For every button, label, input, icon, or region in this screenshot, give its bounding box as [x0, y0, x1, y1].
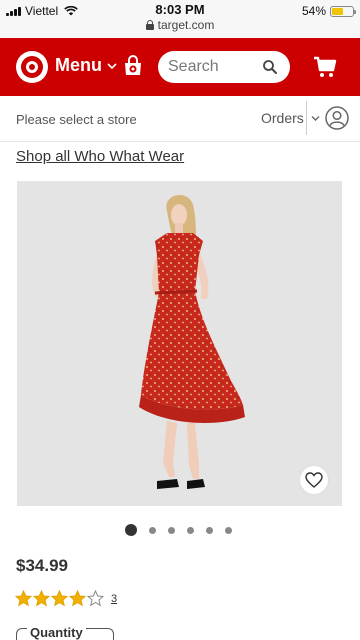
- search-icon[interactable]: [262, 59, 278, 75]
- select-store-link[interactable]: Please select a store: [16, 112, 137, 127]
- address-bar[interactable]: target.com: [0, 18, 360, 32]
- red-floral-dress-photo: [139, 194, 245, 489]
- lock-icon: [145, 20, 154, 30]
- battery-icon: [330, 5, 356, 17]
- carousel-dot[interactable]: [187, 526, 194, 534]
- url-text: target.com: [157, 18, 215, 32]
- carousel-dots: [125, 524, 232, 536]
- carousel-dot[interactable]: [206, 526, 213, 534]
- target-logo-icon[interactable]: [16, 51, 48, 83]
- rating-stars: [15, 590, 105, 607]
- quantity-label: Quantity: [27, 625, 86, 640]
- review-count-link[interactable]: 3: [111, 593, 117, 605]
- star-empty-icon: [87, 590, 104, 607]
- cart-icon[interactable]: [313, 56, 337, 78]
- product-price: $34.99: [16, 556, 68, 575]
- star-filled-icon: [69, 590, 86, 607]
- shop-brand-link[interactable]: Shop all Who What Wear: [16, 148, 184, 165]
- carousel-dot[interactable]: [149, 526, 156, 534]
- store-bar: Please select a store Orders: [0, 96, 360, 142]
- store-locator-icon[interactable]: [122, 55, 144, 79]
- quantity-selector[interactable]: Quantity: [16, 625, 114, 640]
- chevron-down-icon[interactable]: [311, 115, 320, 122]
- battery-percent: 54%: [301, 4, 326, 18]
- carousel-dot[interactable]: [225, 526, 232, 534]
- menu-button[interactable]: Menu: [55, 55, 117, 76]
- search-input[interactable]: Search: [158, 51, 290, 83]
- battery-level: [332, 7, 343, 15]
- star-filled-icon: [33, 590, 50, 607]
- search-placeholder: Search: [168, 58, 219, 75]
- product-rating[interactable]: 3: [15, 590, 117, 607]
- account-icon[interactable]: [325, 106, 349, 130]
- product-image[interactable]: [17, 181, 342, 506]
- carousel-dot[interactable]: [168, 526, 175, 534]
- menu-label: Menu: [55, 55, 102, 75]
- heart-icon: [305, 472, 323, 488]
- status-right: 54%: [301, 4, 356, 18]
- carousel-dot[interactable]: [125, 524, 137, 536]
- star-filled-icon: [51, 590, 68, 607]
- status-bar: Viettel 8:03 PM target.com 54%: [0, 0, 360, 38]
- favorite-button[interactable]: [299, 465, 329, 495]
- chevron-down-icon: [107, 62, 117, 69]
- divider: [306, 101, 307, 135]
- orders-link[interactable]: Orders: [261, 110, 304, 126]
- star-filled-icon: [15, 590, 32, 607]
- site-header: Menu Search: [0, 38, 360, 96]
